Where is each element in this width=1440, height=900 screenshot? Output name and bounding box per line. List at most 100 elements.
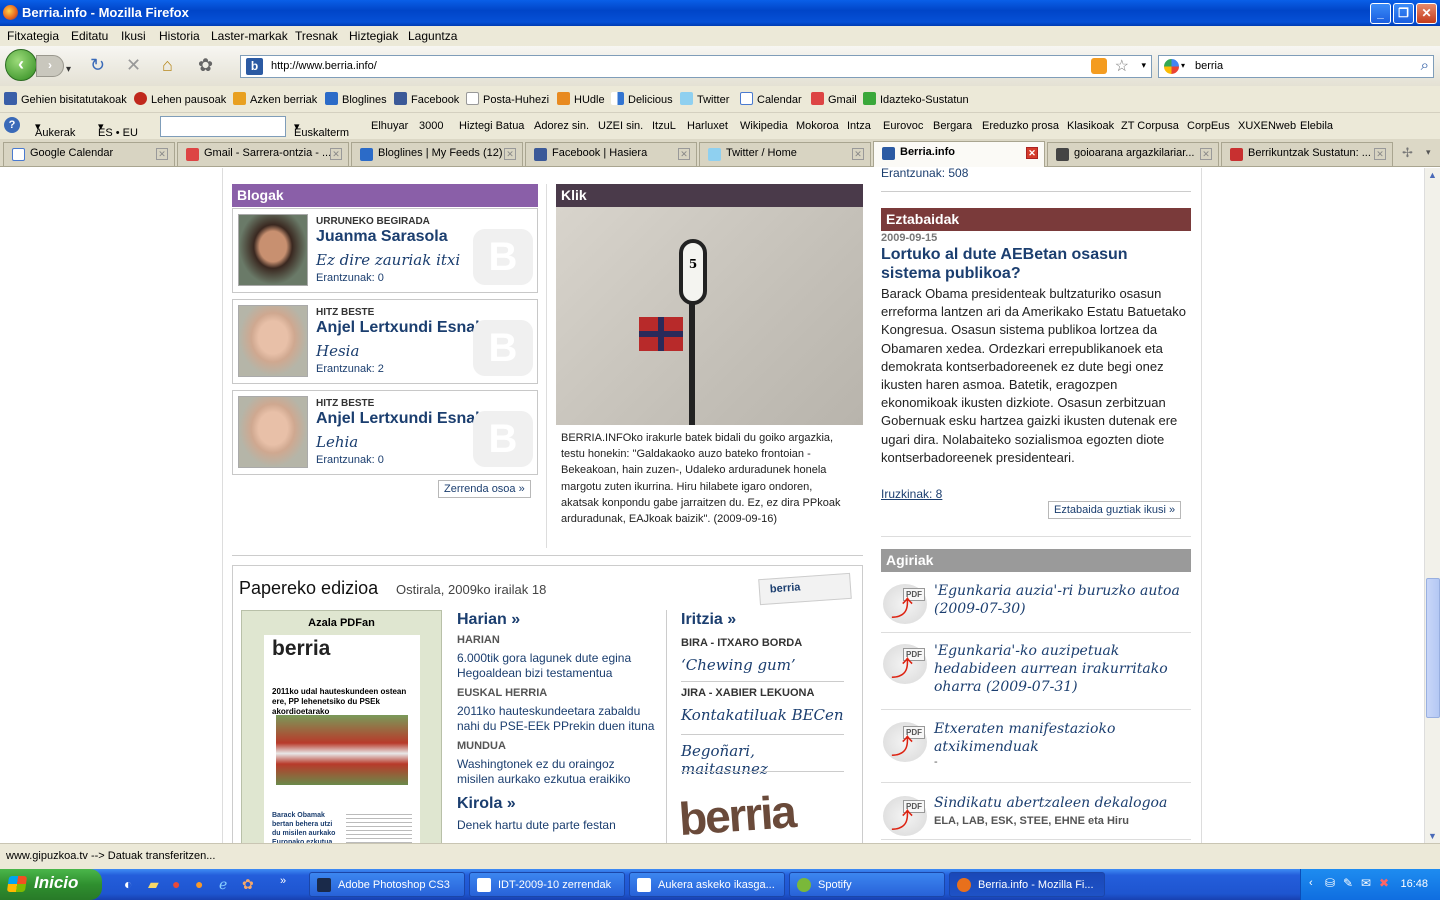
home-icon[interactable]: ⌂ xyxy=(162,56,173,74)
debate-title[interactable]: Lortuko al dute AEBetan osasun sistema p… xyxy=(881,245,1181,283)
blog-count[interactable]: Erantzunak: 0 xyxy=(316,272,384,284)
bookmark-azken-berriak[interactable]: Azken berriak xyxy=(233,92,317,106)
task-photoshop[interactable]: Adobe Photoshop CS3 xyxy=(309,872,465,897)
addon-icon[interactable]: ✿ xyxy=(198,56,213,74)
menu-hiztegiak[interactable]: Hiztegiak xyxy=(349,29,398,43)
bookmark-star-icon[interactable]: ☆ xyxy=(1115,56,1129,76)
tab-close-icon[interactable]: ✕ xyxy=(156,148,168,160)
bookmark-posta-huhezi[interactable]: Posta-Huhezi xyxy=(466,92,549,106)
document-item[interactable]: PDF ⤴ 'Egunkaria auzia'-ri buruzko autoa … xyxy=(881,578,1191,633)
minimize-button[interactable]: _ xyxy=(1370,3,1391,24)
tab-gmail[interactable]: Gmail - Sarrera-ontzia - ... ✕ xyxy=(177,142,349,166)
menu-fitxategia[interactable]: Fitxategia xyxy=(7,29,59,43)
google-icon[interactable] xyxy=(1164,59,1179,74)
quicklaunch-folder-icon[interactable]: ▰ xyxy=(148,876,159,893)
tab-twitter[interactable]: Twitter / Home ✕ xyxy=(699,142,871,166)
dict-elebila[interactable]: Elebila xyxy=(1300,120,1333,132)
bookmark-hudle[interactable]: HUdle xyxy=(557,92,605,106)
task-aukera-askeko[interactable]: Aukera askeko ikasga... xyxy=(629,872,785,897)
bookmark-bloglines[interactable]: Bloglines xyxy=(325,92,387,106)
tab-google-calendar[interactable]: Google Calendar ✕ xyxy=(3,142,175,166)
bookmark-twitter[interactable]: Twitter xyxy=(680,92,729,106)
blog-title[interactable]: Ez dire zauriak itxi xyxy=(316,251,460,269)
dict-bergara[interactable]: Bergara xyxy=(933,120,972,132)
history-dropdown-icon[interactable]: ▾ xyxy=(66,61,71,79)
blog-title[interactable]: Lehia xyxy=(316,433,358,451)
document-title[interactable]: 'Egunkaria'-ko auzipetuak hedabideen aur… xyxy=(934,642,1189,696)
dict-hiztegi-batua[interactable]: Hiztegi Batua xyxy=(459,120,524,132)
news-link[interactable]: Denek hartu dute parte festan xyxy=(457,818,657,833)
scrollbar-thumb[interactable] xyxy=(1426,578,1440,718)
search-input[interactable]: berria xyxy=(1195,60,1223,72)
search-icon[interactable]: ⌕ xyxy=(1421,57,1429,74)
iritzia-header[interactable]: Iritzia » xyxy=(681,611,736,629)
quicklaunch-app-icon[interactable]: ✿ xyxy=(242,876,254,893)
news-link[interactable]: 2011ko hauteskundeetara zabaldu nahi du … xyxy=(457,704,662,734)
reload-icon[interactable]: ↻ xyxy=(90,56,105,74)
tray-alert-icon[interactable]: ✖ xyxy=(1379,876,1389,890)
bookmark-calendar[interactable]: Calendar xyxy=(740,92,802,106)
tab-bloglines[interactable]: Bloglines | My Feeds (12) ✕ xyxy=(351,142,523,166)
task-firefox-berria[interactable]: Berria.info - Mozilla Fi... xyxy=(949,872,1105,897)
opinion-title[interactable]: ‘Chewing gum’ xyxy=(681,656,846,674)
scroll-down-icon[interactable]: ▼ xyxy=(1428,831,1437,841)
dict-uzei[interactable]: UZEI sin. xyxy=(598,120,643,132)
document-title[interactable]: Etxeraten manifestazioko atxikimenduak xyxy=(934,720,1189,756)
bookmark-lehen-pausoak[interactable]: Lehen pausoak xyxy=(134,92,226,106)
cover-image[interactable]: berria 2011ko udal hauteskundeen ostean … xyxy=(264,635,420,843)
dict-itzul[interactable]: ItzuL xyxy=(652,120,676,132)
forward-button[interactable]: › xyxy=(36,55,64,77)
quicklaunch-chrome-icon[interactable]: ● xyxy=(172,876,180,892)
scroll-up-icon[interactable]: ▲ xyxy=(1428,170,1437,180)
eztabaida-guztiak-button[interactable]: Eztabaida guztiak ikusi » xyxy=(1048,501,1182,519)
dict-eurovoc[interactable]: Eurovoc xyxy=(883,120,923,132)
top-count-link[interactable]: Erantzunak: 508 xyxy=(881,168,968,180)
bookmark-idazteko-sustatun[interactable]: Idazteko-Sustatun xyxy=(863,92,969,106)
zerrenda-osoa-button[interactable]: Zerrenda osoa » xyxy=(438,480,531,498)
maximize-button[interactable]: ❐ xyxy=(1393,3,1414,24)
menu-laster-markak[interactable]: Laster-markak xyxy=(211,29,288,43)
task-spotify[interactable]: Spotify xyxy=(789,872,945,897)
tray-mail-icon[interactable]: ✉ xyxy=(1361,876,1371,890)
blog-item[interactable]: URRUNEKO BEGIRADA Juanma Sarasola Ez dir… xyxy=(232,208,538,293)
dict-ereduzko-prosa[interactable]: Ereduzko prosa xyxy=(982,120,1059,132)
dict-klasikoak[interactable]: Klasikoak xyxy=(1067,120,1114,132)
quicklaunch-ie-icon[interactable]: ◐ xyxy=(124,876,132,892)
stop-icon[interactable]: ✕ xyxy=(126,56,141,74)
blog-title[interactable]: Hesia xyxy=(316,342,359,360)
dict-corpeus[interactable]: CorpEus xyxy=(1187,120,1230,132)
aukerak-dropdown[interactable]: Aukerak ▾ xyxy=(35,120,75,139)
debate-comments-link[interactable]: Iruzkinak: 8 xyxy=(881,487,942,501)
clock[interactable]: 16:48 xyxy=(1400,878,1428,890)
news-link[interactable]: 6.000tik gora lagunek dute egina Hegoald… xyxy=(457,651,657,681)
blog-author[interactable]: Anjel Lertxundi Esnal xyxy=(316,410,480,428)
dict-3000[interactable]: 3000 xyxy=(419,120,443,132)
bookmark-delicious[interactable]: Delicious xyxy=(611,92,673,106)
dict-zt-corpusa[interactable]: ZT Corpusa xyxy=(1121,120,1179,132)
tab-facebook[interactable]: Facebook | Hasiera ✕ xyxy=(525,142,697,166)
start-button[interactable]: Inicio xyxy=(0,869,102,900)
task-idt-zerrendak[interactable]: IDT-2009-10 zerrendak xyxy=(469,872,625,897)
tab-close-icon[interactable]: ✕ xyxy=(852,148,864,160)
dict-elhuyar[interactable]: Elhuyar xyxy=(371,120,408,132)
bookmark-facebook[interactable]: Facebook xyxy=(394,92,459,106)
opinion-title[interactable]: Begoñari, maitasunez xyxy=(681,742,846,778)
tab-sustatun[interactable]: Berrikuntzak Sustatun: ... ✕ xyxy=(1221,142,1393,166)
blog-author[interactable]: Juanma Sarasola xyxy=(316,228,448,246)
tab-berria-active[interactable]: Berria.info ✕ xyxy=(873,141,1045,167)
quicklaunch-firefox-icon[interactable]: ● xyxy=(195,876,203,892)
blog-count[interactable]: Erantzunak: 0 xyxy=(316,454,384,466)
blog-item[interactable]: HITZ BESTE Anjel Lertxundi Esnal Hesia E… xyxy=(232,299,538,384)
bookmark-gehien[interactable]: Gehien bisitatutakoak xyxy=(4,92,127,106)
menu-laguntza[interactable]: Laguntza xyxy=(408,29,457,43)
address-bar[interactable]: b http://www.berria.info/ ☆ ▾ xyxy=(240,55,1152,78)
tab-scroll-icon[interactable]: ✢ xyxy=(1402,145,1413,161)
back-button[interactable]: ‹ xyxy=(5,49,37,81)
dict-xuxenweb[interactable]: XUXENweb xyxy=(1238,120,1296,132)
tab-close-icon[interactable]: ✕ xyxy=(1374,148,1386,160)
document-item[interactable]: PDF ⤴ Sindikatu abertzaleen dekalogoa ELA… xyxy=(881,790,1191,840)
quicklaunch-more-icon[interactable]: » xyxy=(280,875,286,887)
tab-close-icon[interactable]: ✕ xyxy=(1026,147,1038,159)
close-button[interactable]: ✕ xyxy=(1416,3,1437,24)
tray-expand-icon[interactable]: ‹ xyxy=(1309,877,1313,889)
